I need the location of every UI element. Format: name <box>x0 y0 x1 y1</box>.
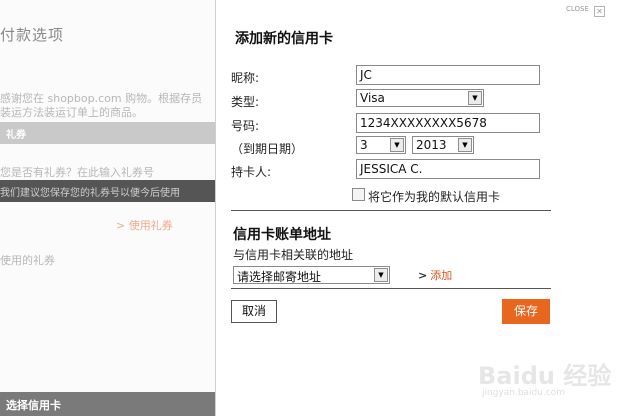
default-card-label: 将它作为我的默认信用卡 <box>368 190 501 204</box>
close-icon[interactable]: ✕ <box>594 6 605 17</box>
cardholder-label: 持卡人: <box>231 165 272 179</box>
card-number-field[interactable]: 1234XXXXXXXX5678 <box>356 113 540 133</box>
billing-address-title: 信用卡账单地址 <box>233 227 331 243</box>
mailing-address-value: 请选择邮寄地址 <box>237 270 322 284</box>
baidu-watermark-url: jingyan.baidu.com <box>482 388 566 398</box>
baidu-watermark: Baidu 经验 <box>478 362 612 390</box>
expiry-month-select[interactable]: 3 ▼ <box>356 136 406 154</box>
mailing-address-select[interactable]: 请选择邮寄地址 ▼ <box>233 266 390 284</box>
gift-certificate-bar-label: 礼券 <box>6 130 26 141</box>
add-address-link[interactable]: > 添加 <box>418 267 452 283</box>
card-number-label: 号码: <box>231 119 260 133</box>
chevron-down-icon[interactable]: ▼ <box>390 138 404 152</box>
used-gift-text: 使用的礼券 <box>0 254 55 267</box>
cancel-button[interactable]: 取消 <box>231 300 277 323</box>
save-button[interactable]: 保存 <box>502 299 550 324</box>
page-title: 付款选项 <box>0 26 65 44</box>
gift-question-text: 您是否有礼券？在此输入礼券号 <box>0 166 154 179</box>
expiry-label: （到期日期） <box>231 142 304 156</box>
chevron-down-icon[interactable]: ▼ <box>458 138 472 152</box>
modal-title: 添加新的信用卡 <box>235 31 333 47</box>
nickname-label: 昵称: <box>231 71 260 85</box>
gift-certificate-bar: 礼券 <box>0 122 215 144</box>
select-card-bar: 选择信用卡 <box>0 392 215 416</box>
chevron-down-icon[interactable]: ▼ <box>374 268 388 282</box>
expiry-year-select[interactable]: 2013 ▼ <box>412 136 474 154</box>
expiry-year-value: 2013 <box>416 138 447 152</box>
billing-address-subtitle: 与信用卡相关联的地址 <box>233 248 354 262</box>
chevron-down-icon[interactable]: ▼ <box>468 91 482 105</box>
card-type-label: 类型: <box>231 95 260 109</box>
add-arrow: > <box>418 269 428 282</box>
cardholder-field[interactable]: JESSICA C. <box>356 159 540 179</box>
close-label[interactable]: CLOSE <box>566 5 589 13</box>
default-card-checkbox[interactable] <box>352 188 365 201</box>
card-type-value: Visa <box>360 91 385 105</box>
nickname-field[interactable]: JC <box>356 65 540 85</box>
use-gift-link[interactable]: > 使用礼券 <box>116 217 173 233</box>
gift-info-bar-text: 我们建议您保存您的礼券号以便今后使用 <box>0 188 180 199</box>
intro-text-line2: 装运方法装运订单上的商品。 <box>0 106 143 119</box>
card-type-select[interactable]: Visa ▼ <box>356 89 484 107</box>
footer-divider <box>231 288 551 289</box>
add-address-label[interactable]: 添加 <box>430 269 452 282</box>
gift-info-bar: 我们建议您保存您的礼券号以便今后使用 <box>0 180 215 202</box>
add-credit-card-modal: CLOSE ✕ 添加新的信用卡 昵称: JC 类型: Visa ▼ 号码: 12… <box>215 0 623 416</box>
expiry-month-value: 3 <box>360 138 368 152</box>
background-page: 付款选项 感谢您在 shopbop.com 购物。根据存员 装运方法装运订单上的… <box>0 0 215 416</box>
select-card-bar-label: 选择信用卡 <box>6 399 61 412</box>
section-divider <box>231 210 551 211</box>
